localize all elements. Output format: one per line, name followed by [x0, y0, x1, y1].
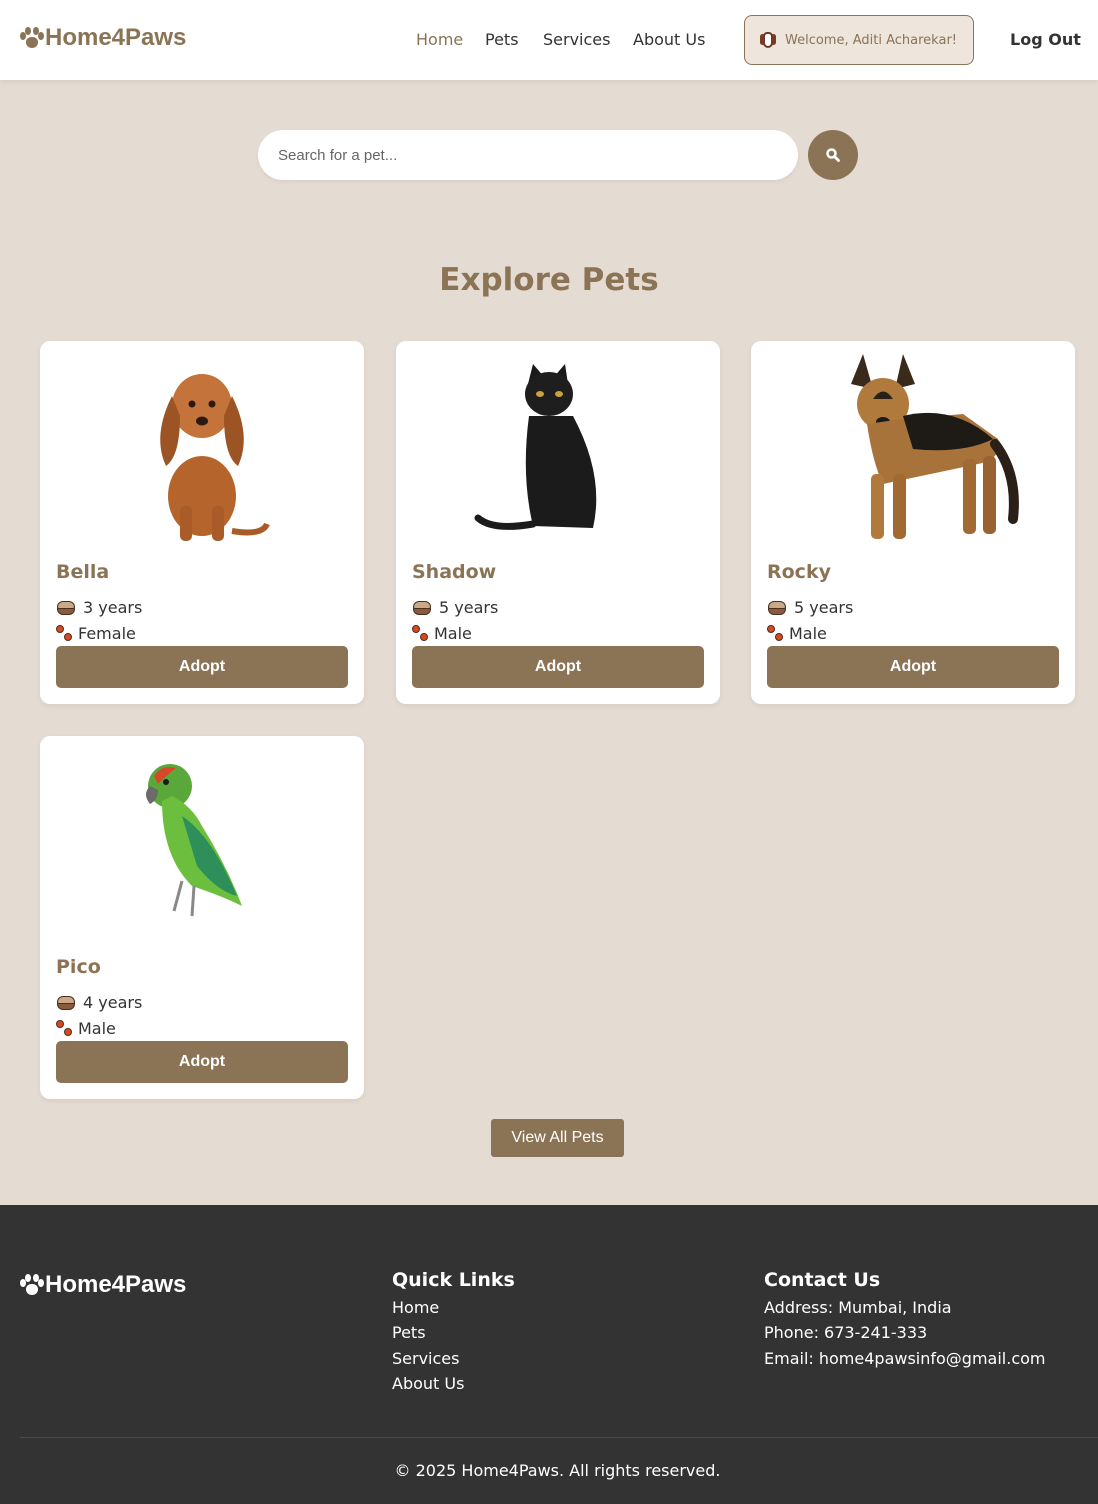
- brand-logo[interactable]: Home4Paws: [20, 24, 186, 52]
- contact-address: Address: Mumbai, India: [764, 1298, 952, 1317]
- nav-pets[interactable]: Pets: [485, 30, 519, 49]
- pet-age-text: 4 years: [83, 993, 143, 1012]
- pet-image-dachshund: [40, 341, 364, 551]
- section-title: Explore Pets: [439, 262, 659, 298]
- pet-card: Rocky 5 years Male Adopt: [751, 341, 1075, 704]
- pet-gender: Female: [56, 624, 136, 643]
- pet-card: Shadow 5 years Male Adopt: [396, 341, 720, 704]
- pet-name: Pico: [56, 956, 101, 978]
- view-all-pets-button[interactable]: View All Pets: [491, 1119, 624, 1157]
- pet-gender: Male: [767, 624, 827, 643]
- search-button[interactable]: [808, 130, 858, 180]
- pet-gender: Male: [56, 1019, 116, 1038]
- paw-icon: [20, 27, 44, 49]
- pet-image-black-cat: [396, 341, 720, 551]
- pet-age: 4 years: [56, 993, 142, 1012]
- logout-link[interactable]: Log Out: [1010, 30, 1081, 49]
- dog-icon: [759, 31, 777, 49]
- contact-title: Contact Us: [764, 1269, 881, 1291]
- welcome-badge[interactable]: Welcome, Aditi Acharekar!: [744, 15, 974, 65]
- pet-age-text: 5 years: [794, 598, 854, 617]
- cake-icon: [56, 600, 76, 616]
- contact-email: Email: home4pawsinfo@gmail.com: [764, 1349, 1046, 1368]
- footer-link-services[interactable]: Services: [392, 1349, 459, 1368]
- pet-name: Shadow: [412, 561, 497, 583]
- footer-link-pets[interactable]: Pets: [392, 1323, 426, 1342]
- paw-prints-icon: [767, 624, 787, 643]
- nav-about-us[interactable]: About Us: [633, 30, 705, 49]
- brand-name: Home4Paws: [45, 24, 187, 51]
- footer-link-about-us[interactable]: About Us: [392, 1374, 464, 1393]
- adopt-button[interactable]: Adopt: [412, 646, 704, 688]
- adopt-button[interactable]: Adopt: [56, 1041, 348, 1083]
- adopt-button[interactable]: Adopt: [56, 646, 348, 688]
- paw-prints-icon: [56, 1019, 76, 1038]
- pet-name: Rocky: [767, 561, 831, 583]
- quick-links-title: Quick Links: [392, 1269, 515, 1291]
- contact-phone: Phone: 673-241-333: [764, 1323, 928, 1342]
- pet-name: Bella: [56, 561, 110, 583]
- cake-icon: [767, 600, 787, 616]
- search-input[interactable]: [258, 130, 798, 180]
- site-footer: Home4Paws Quick Links Home Pets Services…: [0, 1205, 1098, 1504]
- footer-link-home[interactable]: Home: [392, 1298, 439, 1317]
- footer-divider: [20, 1437, 1098, 1438]
- copyright-text: © 2025 Home4Paws. All rights reserved.: [394, 1461, 721, 1480]
- cake-icon: [412, 600, 432, 616]
- paw-icon: [20, 1274, 44, 1296]
- pet-card: Bella 3 years Female Adopt: [40, 341, 364, 704]
- pet-gender-text: Male: [789, 624, 827, 643]
- pet-gender-text: Male: [434, 624, 472, 643]
- paw-prints-icon: [412, 624, 432, 643]
- pet-card: Pico 4 years Male Adopt: [40, 736, 364, 1099]
- nav-home[interactable]: Home: [416, 30, 463, 49]
- pet-age: 3 years: [56, 598, 142, 617]
- welcome-text: Welcome, Aditi Acharekar!: [785, 32, 957, 48]
- pet-image-german-shepherd: [751, 341, 1075, 551]
- pet-gender: Male: [412, 624, 472, 643]
- cake-icon: [56, 995, 76, 1011]
- pet-image-green-parrot: [40, 736, 364, 946]
- nav-services[interactable]: Services: [543, 30, 610, 49]
- site-header: Home4Paws Home Pets Services About Us We…: [0, 0, 1098, 80]
- pet-gender-text: Female: [78, 624, 136, 643]
- pet-gender-text: Male: [78, 1019, 116, 1038]
- pet-age: 5 years: [412, 598, 498, 617]
- adopt-button[interactable]: Adopt: [767, 646, 1059, 688]
- search-icon: [826, 148, 840, 162]
- pet-age: 5 years: [767, 598, 853, 617]
- pet-age-text: 5 years: [439, 598, 499, 617]
- footer-brand-name: Home4Paws: [45, 1271, 187, 1298]
- pet-age-text: 3 years: [83, 598, 143, 617]
- footer-logo[interactable]: Home4Paws: [20, 1271, 186, 1299]
- paw-prints-icon: [56, 624, 76, 643]
